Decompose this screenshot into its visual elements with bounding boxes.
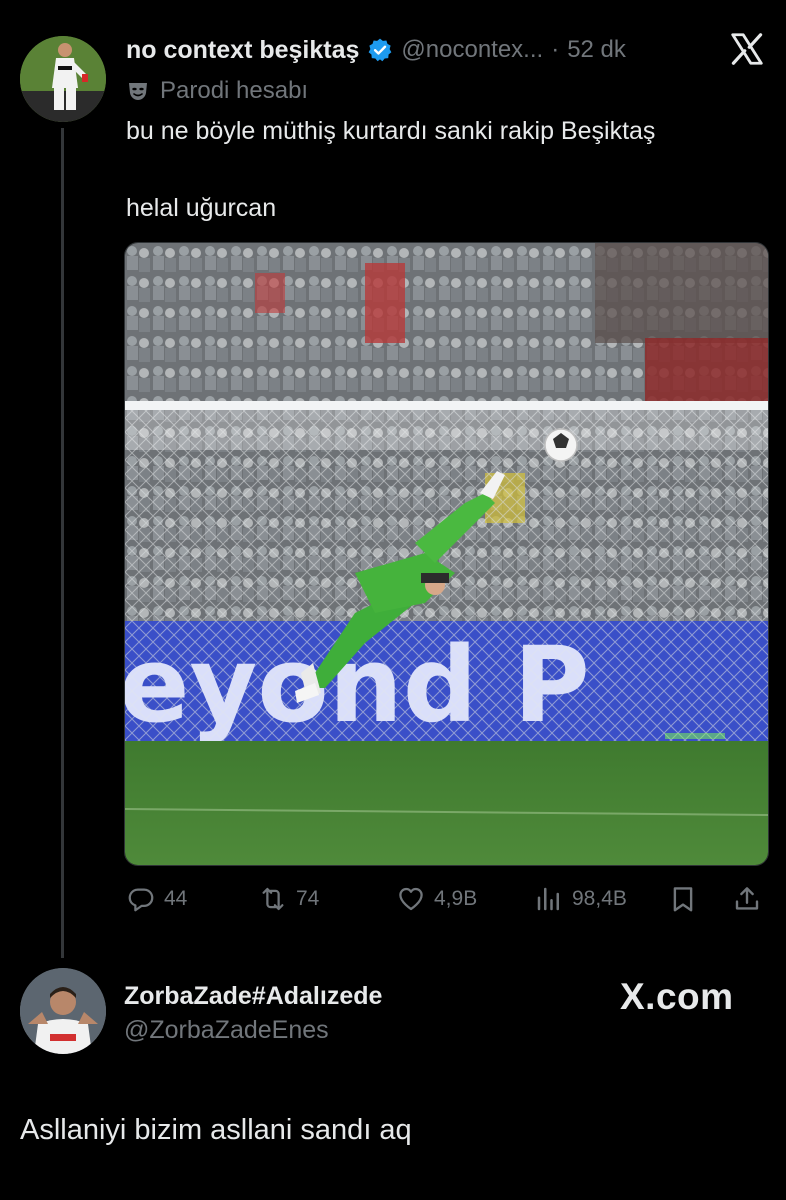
views-count: 98,4B (572, 887, 627, 910)
like-button[interactable]: 4,9B (396, 884, 477, 914)
views-button[interactable]: 98,4B (534, 884, 627, 914)
thread-connector-line (61, 128, 64, 958)
xcom-watermark: X.com (620, 976, 734, 1017)
like-count: 4,9B (434, 887, 478, 910)
parody-label-row: Parodi hesabı (126, 76, 308, 106)
reply-bubble-icon (128, 888, 154, 912)
repost-icon (262, 887, 284, 911)
tweet-text-line2: helal uğurcan (126, 194, 277, 222)
goalkeeper-save-photo: eyond P (125, 243, 768, 865)
tweet-media-photo[interactable]: eyond P (124, 242, 769, 866)
author-avatar[interactable] (20, 36, 106, 122)
quote-author-avatar[interactable] (20, 968, 106, 1054)
repost-count: 74 (296, 887, 320, 910)
author-name[interactable]: no context beşiktaş (126, 36, 359, 65)
tweet-text-line1: bu ne böyle müthiş kurtardı sanki rakip … (126, 117, 656, 145)
heart-icon (399, 887, 423, 911)
share-upload-icon (735, 887, 759, 910)
author-handle[interactable]: @nocontex... (401, 36, 543, 64)
tweet-header: no context beşiktaş @nocontex... · 52 dk (126, 30, 726, 70)
reply-count: 44 (164, 887, 188, 910)
parody-label: Parodi hesabı (160, 77, 309, 104)
parody-mask-icon (129, 83, 147, 100)
repost-button[interactable]: 74 (258, 884, 319, 914)
views-bar-chart-icon (537, 887, 559, 911)
quote-author-handle[interactable]: @ZorbaZadeEnes (124, 1016, 329, 1045)
verified-badge-icon (369, 38, 392, 62)
avatar-player-photo (20, 968, 106, 1054)
tweet-time[interactable]: 52 dk (567, 36, 626, 64)
bookmark-button[interactable] (668, 884, 698, 914)
x-logo-icon[interactable] (728, 30, 766, 68)
comment-text: Asllaniyi bizim asllani sandı aq (20, 1114, 412, 1146)
quote-author-name[interactable]: ZorbaZade#Adalızede (124, 982, 382, 1011)
share-button[interactable] (732, 884, 762, 914)
avatar-player-photo (20, 36, 106, 122)
separator-dot: · (551, 36, 560, 63)
reply-button[interactable]: 44 (126, 884, 187, 914)
bookmark-icon (673, 887, 693, 912)
